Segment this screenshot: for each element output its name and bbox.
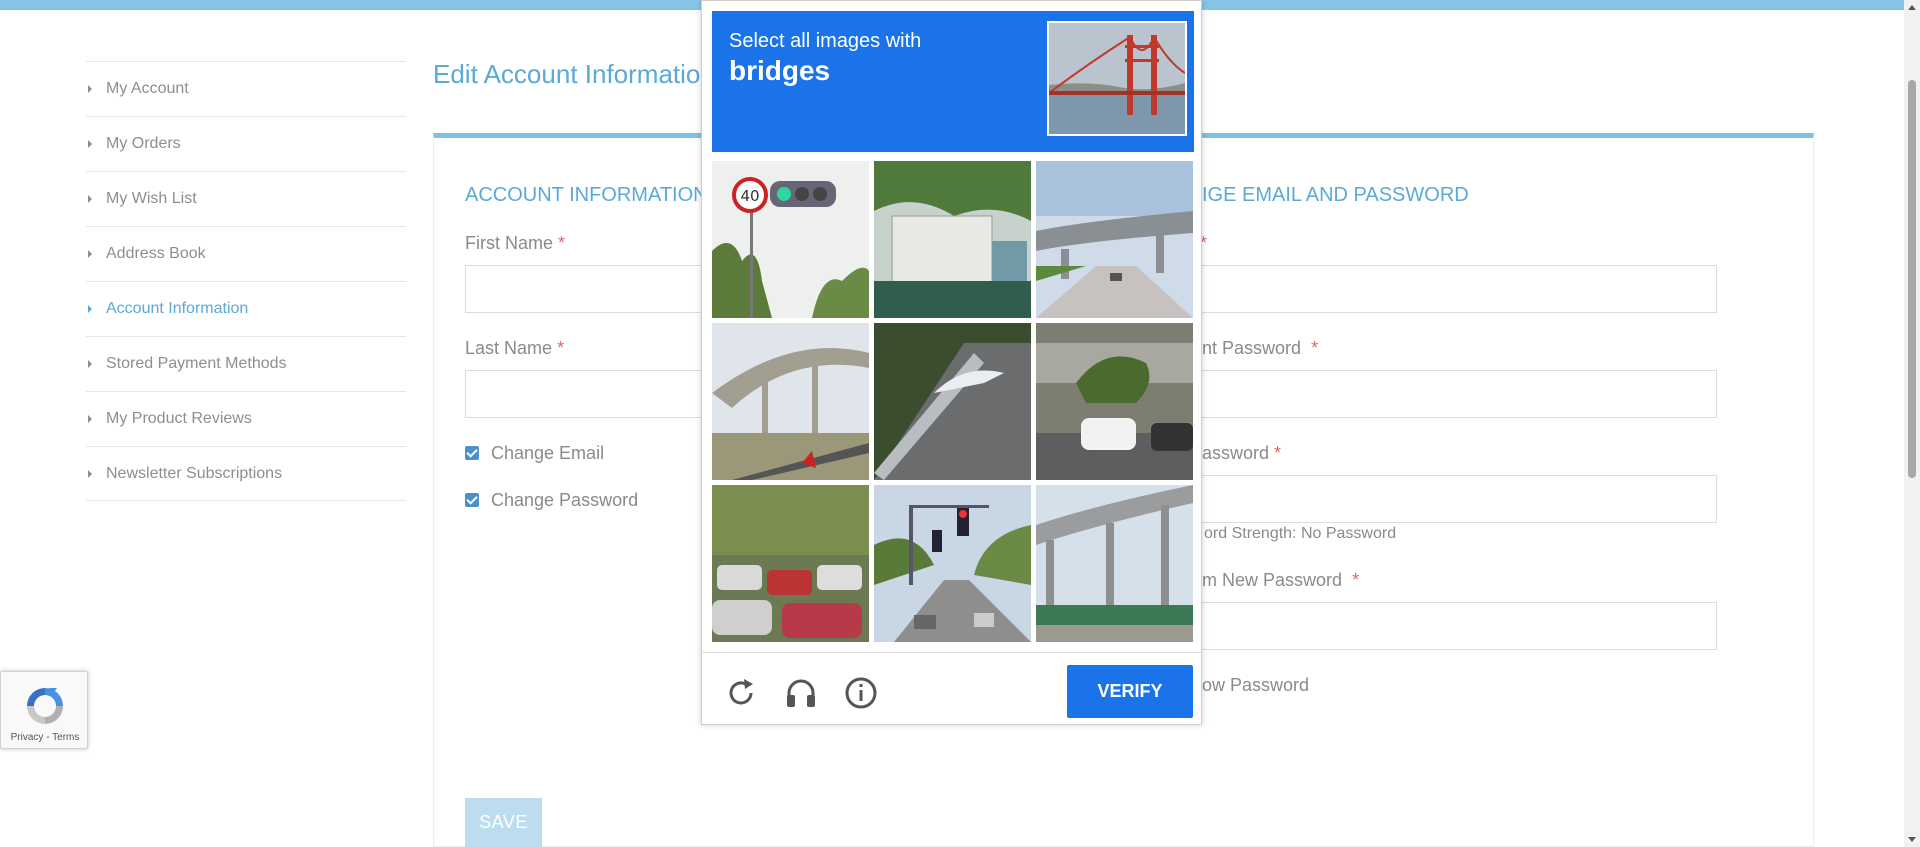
sidebar-item-my-product-reviews[interactable]: My Product Reviews <box>86 391 406 446</box>
caret-right-icon <box>88 469 92 478</box>
guardrail-road-image <box>874 323 1031 480</box>
captcha-example-image <box>1047 21 1187 136</box>
current-password-label-text: nt Password <box>1202 338 1302 358</box>
confirm-password-label: m New Password * <box>1202 570 1359 591</box>
captcha-image-grid: 40 <box>712 161 1194 643</box>
caret-right-icon <box>88 85 92 93</box>
highway-overpass-image <box>1036 161 1193 318</box>
golden-gate-bridge-image <box>1049 23 1185 134</box>
parked-car-image <box>1036 323 1193 480</box>
captcha-tile-5[interactable] <box>874 323 1031 480</box>
sidebar-item-address-book[interactable]: Address Book <box>86 226 406 281</box>
password-strength-meter: ord Strength: No Password <box>1204 525 1397 542</box>
email-input[interactable] <box>1190 265 1717 313</box>
caret-right-icon <box>88 250 92 258</box>
required-marker: * <box>1352 570 1360 590</box>
first-name-input[interactable] <box>465 265 715 313</box>
sidebar-item-label: Stored Payment Methods <box>106 355 287 372</box>
caret-right-icon <box>88 140 92 148</box>
traffic-sign-40-image: 40 <box>712 161 869 318</box>
captcha-tile-2[interactable] <box>874 161 1031 318</box>
captcha-tile-7[interactable] <box>712 485 869 642</box>
change-password-label: Change Password <box>491 490 639 510</box>
required-marker: * <box>1274 443 1282 463</box>
truck-image <box>874 161 1031 318</box>
required-marker: * <box>1311 338 1319 358</box>
sidebar-item-label: My Orders <box>106 135 181 152</box>
sidebar-item-stored-payment-methods[interactable]: Stored Payment Methods <box>86 336 406 391</box>
sidebar-item-label: My Account <box>106 80 189 97</box>
last-name-label-text: Last Name <box>465 338 553 358</box>
parking-lot-image <box>712 485 869 642</box>
save-button[interactable]: SAVE <box>465 798 542 847</box>
last-name-label: Last Name * <box>465 338 564 359</box>
svg-text:40: 40 <box>740 187 759 205</box>
sidebar-item-label: Account Information <box>106 300 249 317</box>
sidebar-item-label: Newsletter Subscriptions <box>106 464 283 482</box>
sidebar-item-account-information[interactable]: Account Information <box>86 281 406 336</box>
confirm-password-input[interactable] <box>1190 602 1717 650</box>
audio-headphones-icon[interactable] <box>784 676 818 710</box>
caret-right-icon <box>88 305 92 313</box>
captcha-prompt: Select all images with <box>729 30 922 52</box>
recaptcha-privacy-terms-links[interactable]: Privacy - Terms <box>1 732 89 743</box>
curved-overpass-image <box>712 323 869 480</box>
sidebar-item-my-account[interactable]: My Account <box>86 61 406 116</box>
recaptcha-badge[interactable]: Privacy - Terms <box>0 671 88 749</box>
captcha-target-word: bridges <box>729 55 831 86</box>
caret-right-icon <box>88 360 92 368</box>
captcha-tile-3[interactable] <box>1036 161 1193 318</box>
change-email-label: Change Email <box>491 443 605 463</box>
first-name-label: First Name * <box>465 233 565 254</box>
elevated-highway-image <box>1036 485 1193 642</box>
scrollbar-thumb[interactable] <box>1908 80 1916 478</box>
last-name-input[interactable] <box>465 370 715 418</box>
caret-right-icon <box>88 415 92 423</box>
sidebar-item-label: Address Book <box>106 245 206 262</box>
caret-right-icon <box>88 195 92 203</box>
confirm-password-label-text: m New Password <box>1202 570 1343 590</box>
change-email-password-heading: IGE EMAIL AND PASSWORD <box>1202 184 1469 206</box>
reload-icon[interactable] <box>724 676 758 710</box>
sidebar-item-my-wish-list[interactable]: My Wish List <box>86 171 406 226</box>
captcha-header: Select all images with bridges <box>712 11 1194 152</box>
captcha-footer: VERIFY <box>702 652 1201 725</box>
account-sidebar-nav: My Account My Orders My Wish List Addres… <box>86 61 406 501</box>
sidebar-item-newsletter-subscriptions[interactable]: Newsletter Subscriptions <box>86 446 406 501</box>
sidebar-item-my-orders[interactable]: My Orders <box>86 116 406 171</box>
captcha-tile-8[interactable] <box>874 485 1031 642</box>
info-icon[interactable] <box>844 676 878 710</box>
recaptcha-logo-icon <box>27 688 63 724</box>
first-name-label-text: First Name <box>465 233 554 253</box>
change-password-checkbox[interactable] <box>465 493 479 507</box>
scroll-up-arrow-icon[interactable] <box>1908 5 1916 10</box>
current-password-label: nt Password * <box>1202 338 1318 359</box>
sidebar-item-label: My Wish List <box>106 190 197 207</box>
page-scrollbar[interactable] <box>1904 0 1920 847</box>
captcha-tile-4[interactable] <box>712 323 869 480</box>
captcha-tile-1[interactable]: 40 <box>712 161 869 318</box>
required-marker: * <box>558 233 566 253</box>
show-password-toggle[interactable]: ow Password <box>1202 675 1309 696</box>
verify-button[interactable]: VERIFY <box>1067 665 1193 718</box>
scroll-down-arrow-icon[interactable] <box>1908 837 1916 842</box>
current-password-input[interactable] <box>1190 370 1717 418</box>
new-password-label: assword * <box>1202 443 1281 464</box>
captcha-tile-9[interactable] <box>1036 485 1193 642</box>
new-password-label-text: assword <box>1202 443 1270 463</box>
captcha-challenge-dialog: Select all images with bridges 40 VERIFY <box>701 0 1202 725</box>
change-email-checkbox[interactable] <box>465 446 479 460</box>
captcha-tile-6[interactable] <box>1036 323 1193 480</box>
new-password-input[interactable] <box>1190 475 1717 523</box>
account-information-heading: ACCOUNT INFORMATION <box>465 184 708 206</box>
required-marker: * <box>557 338 565 358</box>
page-title: Edit Account Information <box>433 59 715 89</box>
sidebar-item-label: My Product Reviews <box>106 410 252 427</box>
traffic-light-image <box>874 485 1031 642</box>
